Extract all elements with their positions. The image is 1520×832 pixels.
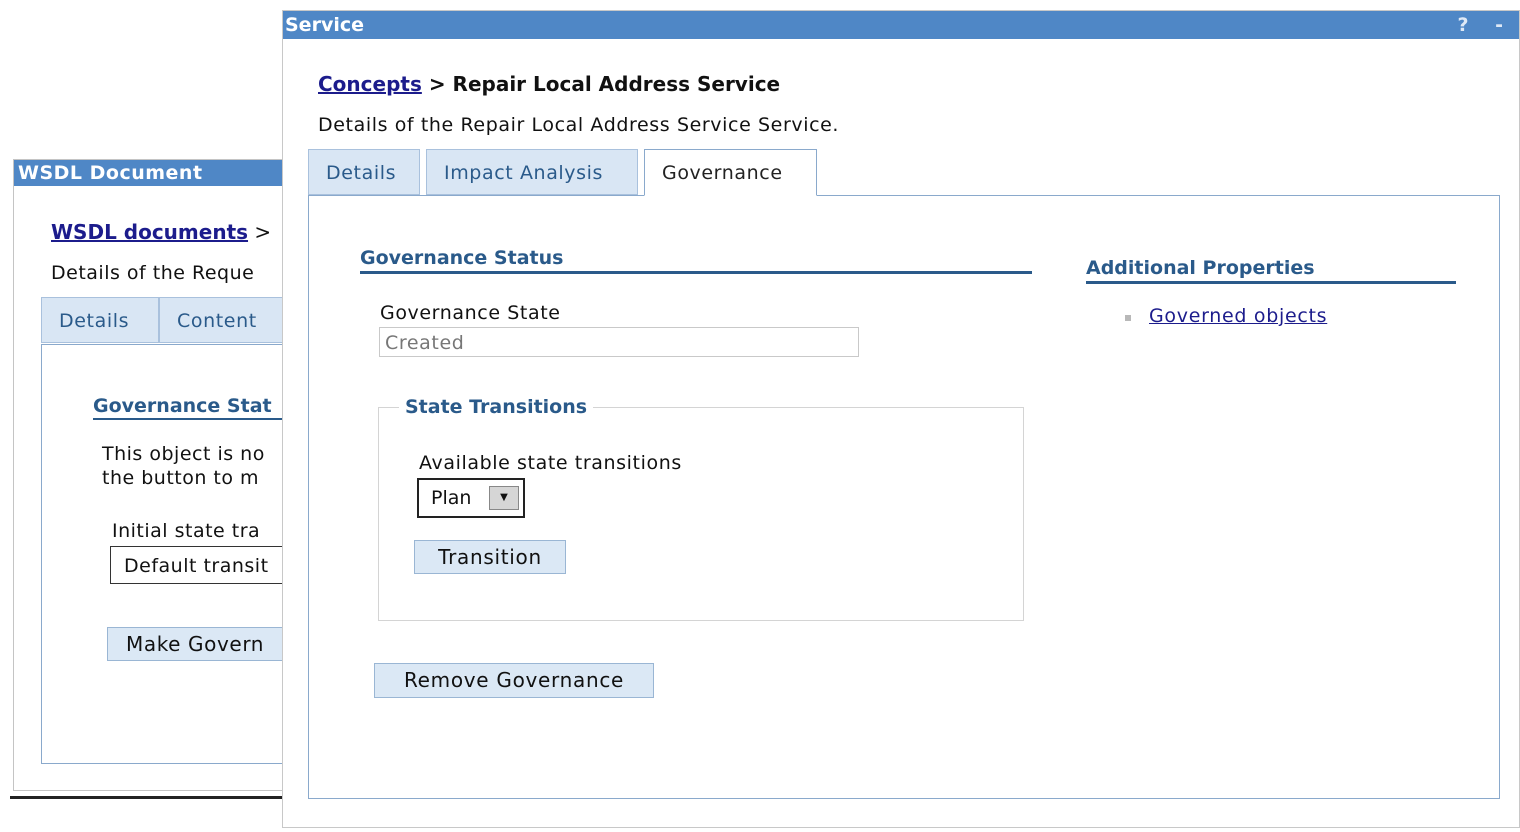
breadcrumb-link-concepts[interactable]: Concepts <box>318 72 422 96</box>
breadcrumb-link-wsdl-documents[interactable]: WSDL documents <box>51 220 248 244</box>
available-transitions-value: Plan <box>431 487 472 509</box>
governance-note-line2: the button to m <box>102 467 260 489</box>
governance-state-label: Governance State <box>380 302 561 324</box>
breadcrumb-current: > Repair Local Address Service <box>428 72 781 96</box>
available-transitions-select[interactable]: Plan ▼ <box>417 478 525 518</box>
governance-note-line1: This object is no <box>102 443 265 465</box>
breadcrumb: Concepts > Repair Local Address Service <box>318 72 780 96</box>
governed-objects-link[interactable]: Governed objects <box>1149 305 1327 327</box>
breadcrumb-separator: > <box>254 220 272 244</box>
remove-governance-button[interactable]: Remove Governance <box>374 663 654 698</box>
tab-content[interactable]: Content <box>159 297 299 343</box>
window-titlebar: Service ? - <box>283 11 1519 39</box>
initial-state-label: Initial state tra <box>112 520 261 542</box>
window-shadow-line <box>10 796 300 799</box>
breadcrumb: WSDL documents > <box>51 220 271 244</box>
tab-governance[interactable]: Governance <box>644 149 817 196</box>
page-description: Details of the Reque <box>51 262 255 284</box>
additional-properties-heading: Additional Properties <box>1086 257 1456 284</box>
tab-details[interactable]: Details <box>308 149 420 195</box>
window-title: Service <box>285 14 364 36</box>
tab-impact-analysis[interactable]: Impact Analysis <box>426 149 638 195</box>
governance-state-field: Created <box>379 327 859 357</box>
transition-button[interactable]: Transition <box>414 540 566 574</box>
state-transitions-legend: State Transitions <box>399 396 594 418</box>
governance-status-heading: Governance Status <box>360 247 1032 274</box>
service-window: Service ? - Concepts > Repair Local Addr… <box>282 10 1520 828</box>
available-transitions-label: Available state transitions <box>419 452 682 474</box>
dropdown-arrow-icon[interactable]: ▼ <box>489 486 519 510</box>
window-controls[interactable]: ? - <box>1457 11 1513 39</box>
bullet-icon <box>1125 315 1131 321</box>
tab-details[interactable]: Details <box>41 297 159 343</box>
governance-note: This object is no the button to m <box>102 442 265 490</box>
page-description: Details of the Repair Local Address Serv… <box>318 114 840 136</box>
